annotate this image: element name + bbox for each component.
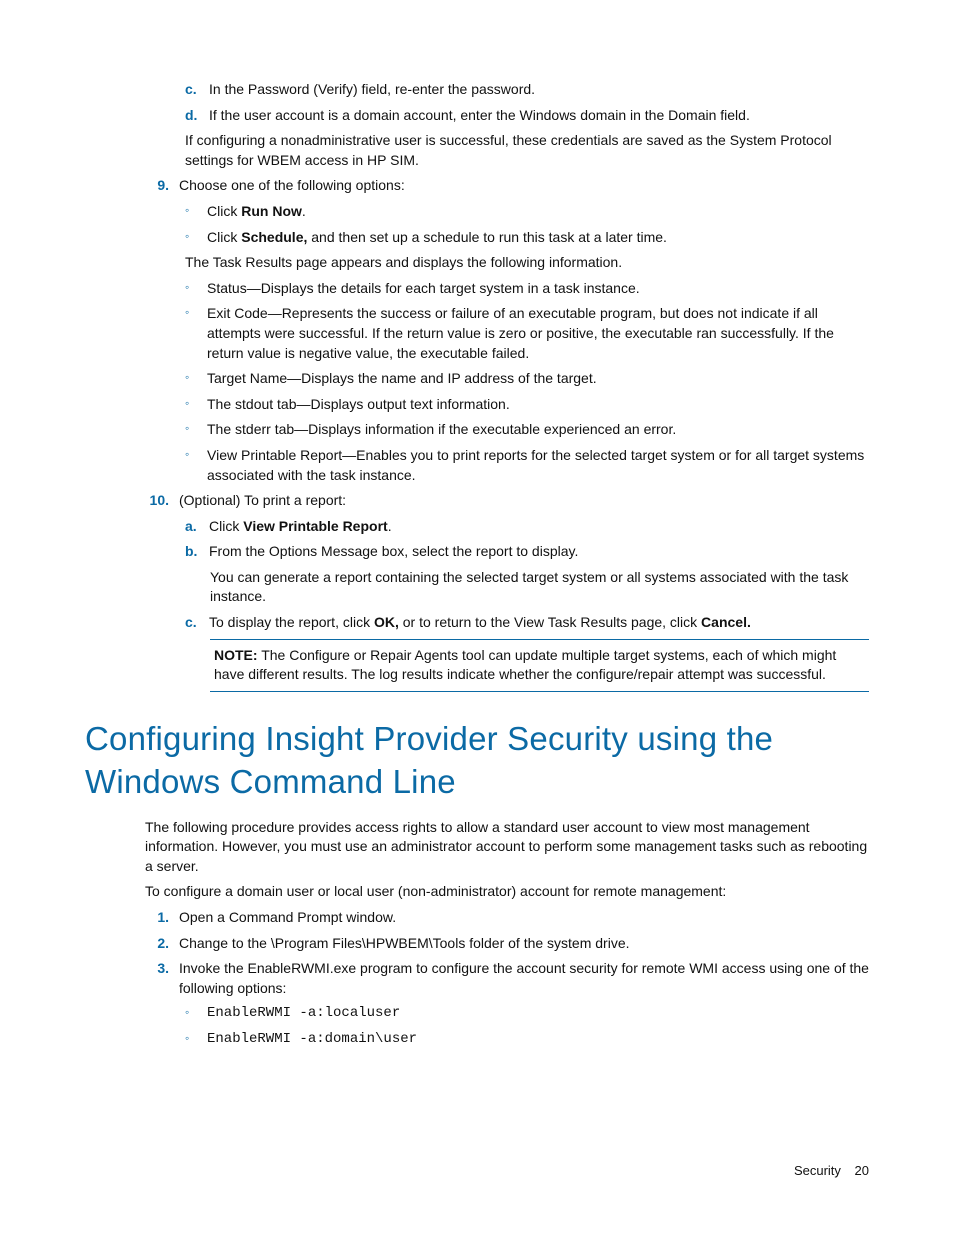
paragraph: The following procedure provides access … xyxy=(85,818,869,877)
bullet-icon: ◦ xyxy=(185,1030,207,1050)
document-page: c. In the Password (Verify) field, re-en… xyxy=(0,0,954,1116)
code-text: EnableRWMI -a:localuser xyxy=(207,1004,869,1024)
list-item: ◦ View Printable Report—Enables you to p… xyxy=(85,446,869,485)
list-item-1: 1. Open a Command Prompt window. xyxy=(85,908,869,928)
t: and then set up a schedule to run this t… xyxy=(307,229,667,245)
list-item: ◦ Target Name—Displays the name and IP a… xyxy=(85,369,869,389)
bold: Cancel. xyxy=(701,614,751,630)
t: Click xyxy=(207,203,241,219)
marker-c: c. xyxy=(185,80,209,100)
t: or to return to the View Task Results pa… xyxy=(399,614,701,630)
list-item-2: 2. Change to the \Program Files\HPWBEM\T… xyxy=(85,934,869,954)
text: Status—Displays the details for each tar… xyxy=(207,279,869,299)
text: Invoke the EnableRWMI.exe program to con… xyxy=(179,959,869,998)
bullet-icon: ◦ xyxy=(185,420,207,440)
bullet-icon: ◦ xyxy=(185,1004,207,1024)
list-item: d. If the user account is a domain accou… xyxy=(85,106,869,126)
list-item: ◦ Exit Code—Represents the success or fa… xyxy=(85,304,869,363)
list-item: ◦ EnableRWMI -a:localuser xyxy=(85,1004,869,1024)
text: In the Password (Verify) field, re-enter… xyxy=(209,80,869,100)
t: To display the report, click xyxy=(209,614,374,630)
note-label: NOTE: xyxy=(214,647,258,663)
footer-page-number: 20 xyxy=(855,1163,869,1178)
text: Target Name—Displays the name and IP add… xyxy=(207,369,869,389)
paragraph: If configuring a nonadministrative user … xyxy=(85,131,869,170)
bold: OK, xyxy=(374,614,399,630)
t: Click xyxy=(207,229,241,245)
bold: Run Now xyxy=(241,203,302,219)
marker-a: a. xyxy=(185,517,209,537)
text: Click Run Now. xyxy=(207,202,869,222)
bullet-icon: ◦ xyxy=(185,202,207,222)
marker-b: b. xyxy=(185,542,209,562)
list-item-9: 9. Choose one of the following options: xyxy=(85,176,869,196)
list-item-10: 10. (Optional) To print a report: xyxy=(85,491,869,511)
t: Click xyxy=(209,518,243,534)
list-item: ◦ The stderr tab—Displays information if… xyxy=(85,420,869,440)
marker-10: 10. xyxy=(145,491,179,511)
text: Change to the \Program Files\HPWBEM\Tool… xyxy=(179,934,869,954)
text: (Optional) To print a report: xyxy=(179,491,869,511)
paragraph: You can generate a report containing the… xyxy=(85,568,869,607)
bullet-icon: ◦ xyxy=(185,304,207,363)
marker-3: 3. xyxy=(145,959,179,998)
t: . xyxy=(302,203,306,219)
bullet-icon: ◦ xyxy=(185,369,207,389)
list-item: c. In the Password (Verify) field, re-en… xyxy=(85,80,869,100)
list-item: b. From the Options Message box, select … xyxy=(85,542,869,562)
text: Exit Code—Represents the success or fail… xyxy=(207,304,869,363)
text: The stderr tab—Displays information if t… xyxy=(207,420,869,440)
text: If the user account is a domain account,… xyxy=(209,106,869,126)
list-item: ◦ Click Run Now. xyxy=(85,202,869,222)
footer-section: Security xyxy=(794,1163,841,1178)
list-item: ◦ EnableRWMI -a:domain\user xyxy=(85,1030,869,1050)
text: To display the report, click OK, or to r… xyxy=(209,613,869,633)
bold: Schedule, xyxy=(241,229,307,245)
note-box: NOTE: The Configure or Repair Agents too… xyxy=(210,639,869,692)
list-item: ◦ Status—Displays the details for each t… xyxy=(85,279,869,299)
text: Open a Command Prompt window. xyxy=(179,908,869,928)
paragraph: To configure a domain user or local user… xyxy=(85,882,869,902)
list-item: ◦ The stdout tab—Displays output text in… xyxy=(85,395,869,415)
note-text: The Configure or Repair Agents tool can … xyxy=(214,647,836,683)
marker-1: 1. xyxy=(145,908,179,928)
bold: View Printable Report xyxy=(243,518,387,534)
text: Click View Printable Report. xyxy=(209,517,869,537)
bullet-icon: ◦ xyxy=(185,446,207,485)
text: Click Schedule, and then set up a schedu… xyxy=(207,228,869,248)
paragraph: The Task Results page appears and displa… xyxy=(85,253,869,273)
text: View Printable Report—Enables you to pri… xyxy=(207,446,869,485)
t: . xyxy=(388,518,392,534)
bullet-icon: ◦ xyxy=(185,395,207,415)
marker-9: 9. xyxy=(145,176,179,196)
text: Choose one of the following options: xyxy=(179,176,869,196)
section-heading: Configuring Insight Provider Security us… xyxy=(85,718,869,804)
text: From the Options Message box, select the… xyxy=(209,542,869,562)
text: The stdout tab—Displays output text info… xyxy=(207,395,869,415)
code-text: EnableRWMI -a:domain\user xyxy=(207,1030,869,1050)
list-item: c. To display the report, click OK, or t… xyxy=(85,613,869,633)
page-footer: Security 20 xyxy=(794,1162,869,1180)
marker-c2: c. xyxy=(185,613,209,633)
marker-d: d. xyxy=(185,106,209,126)
list-item: a. Click View Printable Report. xyxy=(85,517,869,537)
marker-2: 2. xyxy=(145,934,179,954)
bullet-icon: ◦ xyxy=(185,228,207,248)
bullet-icon: ◦ xyxy=(185,279,207,299)
list-item: ◦ Click Schedule, and then set up a sche… xyxy=(85,228,869,248)
list-item-3: 3. Invoke the EnableRWMI.exe program to … xyxy=(85,959,869,998)
